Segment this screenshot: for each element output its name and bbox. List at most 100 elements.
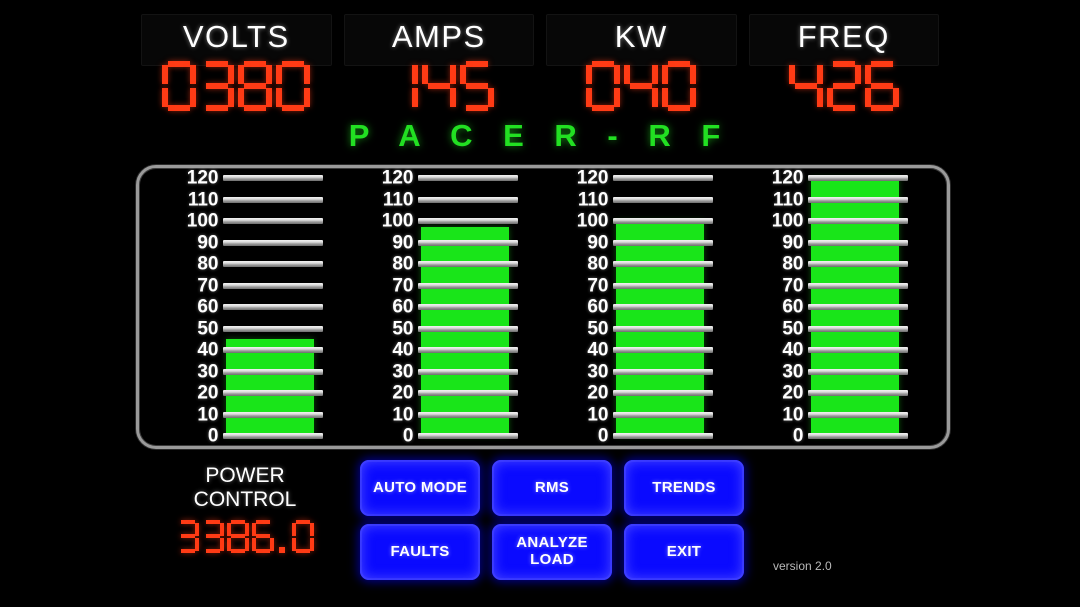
readout-label-kw: KW xyxy=(614,19,668,54)
gauge-tick-mark xyxy=(807,196,908,203)
gauge-tick-mark xyxy=(417,390,518,396)
readout-label-amps: AMPS xyxy=(391,19,486,54)
readout-label-volts: VOLTS xyxy=(182,19,290,54)
gauge-scale-label: 40 xyxy=(587,339,609,361)
faults-button[interactable]: FAULTS xyxy=(360,524,480,580)
gauge-scale-label: 30 xyxy=(587,361,609,382)
version-label: version 2.0 xyxy=(773,559,832,573)
power-control-value xyxy=(145,520,345,554)
gauge-scale-label: 90 xyxy=(587,232,609,253)
readout-volts: VOLTS xyxy=(135,8,338,116)
gauge-scale-label: 40 xyxy=(392,339,414,361)
gauge-fill-amps xyxy=(420,227,509,436)
button-grid: AUTO MODE RMS TRENDS FAULTS ANALYZE LOAD… xyxy=(360,460,744,580)
readout-row: VOLTS AMPS KW FREQ xyxy=(135,8,945,116)
gauge-scale-label: 110 xyxy=(187,189,219,210)
gauge-scale-label: 60 xyxy=(197,296,219,318)
gauge-tick-mark xyxy=(807,433,908,439)
gauge-scale-label: 120 xyxy=(186,167,219,189)
exit-button[interactable]: EXIT xyxy=(624,524,744,580)
gauge-tick-mark xyxy=(222,390,323,396)
gauge-tick-mark xyxy=(807,347,908,353)
gauge-tick-mark xyxy=(612,196,713,203)
gauge-kw: 0 10 20 30 40 50 60 70 80 90 100 110 120 xyxy=(543,169,738,446)
gauge-scale-label: 20 xyxy=(587,382,609,404)
gauge-tick-mark xyxy=(222,282,323,289)
readout-value-volts xyxy=(162,61,311,111)
gauge-scale-label: 20 xyxy=(197,382,219,404)
gauge-tick-mark xyxy=(222,325,323,332)
gauge-tick-mark xyxy=(222,411,323,418)
seven-segment-digit xyxy=(384,61,418,111)
gauge-scale-label: 60 xyxy=(587,296,609,318)
gauge-tick-mark xyxy=(417,347,518,353)
gauge-tick-mark xyxy=(612,390,713,396)
seven-segment-digit xyxy=(624,61,659,111)
seven-segment-digit xyxy=(177,520,199,554)
gauge-tick-mark xyxy=(222,347,323,353)
gauge-scale-label: 100 xyxy=(186,210,219,232)
gauge-scale-volts: 0 10 20 30 40 50 60 70 80 90 100 110 120 xyxy=(175,169,219,446)
gauge-tick-mark xyxy=(417,175,518,181)
gauge-track-amps xyxy=(417,175,522,439)
gauge-tick-mark xyxy=(807,390,908,396)
gauge-scale-label: 100 xyxy=(381,210,414,232)
seven-segment-digit xyxy=(251,520,274,554)
readout-value-kw xyxy=(586,61,697,111)
gauge-freq: 0 10 20 30 40 50 60 70 80 90 100 110 120 xyxy=(738,169,933,446)
gauge-tick-mark xyxy=(612,347,713,353)
gauge-scale-label: 30 xyxy=(392,361,414,382)
gauge-tick-mark xyxy=(417,239,518,246)
rms-button[interactable]: RMS xyxy=(492,460,612,516)
auto-mode-button[interactable]: AUTO MODE xyxy=(360,460,480,516)
seven-segment-decimal xyxy=(277,520,289,554)
gauge-scale-label: 90 xyxy=(197,232,219,253)
seven-segment-digit xyxy=(421,61,456,111)
gauge-scale-label: 120 xyxy=(381,167,414,189)
analyze-load-button[interactable]: ANALYZE LOAD xyxy=(492,524,612,580)
gauge-scale-label: 110 xyxy=(772,189,804,210)
seven-segment-digit xyxy=(202,520,224,554)
gauge-track-kw xyxy=(612,175,717,439)
control-panel-screen: VOLTS AMPS KW FREQ P A C E R - R F 0 10 20… xyxy=(0,0,1080,607)
readout-freq: FREQ xyxy=(743,8,946,116)
gauge-tick-mark xyxy=(807,261,908,267)
gauge-scale-label: 50 xyxy=(587,318,609,339)
brand-title: P A C E R - R F xyxy=(348,118,732,153)
gauge-scale-label: 10 xyxy=(197,404,219,425)
gauge-scale-label: 80 xyxy=(197,253,219,275)
bargraph-row: 0 10 20 30 40 50 60 70 80 90 100 110 120 0 10 20 30 40 50… xyxy=(153,169,933,446)
gauge-tick-mark xyxy=(807,175,908,181)
gauge-scale-label: 60 xyxy=(782,296,804,318)
gauge-track-volts xyxy=(222,175,327,439)
gauge-scale-label: 20 xyxy=(782,382,804,404)
power-control: POWER CONTROL xyxy=(145,464,345,554)
trends-button[interactable]: TRENDS xyxy=(624,460,744,516)
gauge-scale-label: 30 xyxy=(197,361,219,382)
gauge-tick-mark xyxy=(612,304,713,310)
readout-label-freq: FREQ xyxy=(797,19,890,54)
gauge-tick-mark xyxy=(222,304,323,310)
gauge-tick-mark xyxy=(807,325,908,332)
gauge-scale-label: 60 xyxy=(392,296,414,318)
gauge-scale-label: 0 xyxy=(402,425,414,447)
gauge-scale-label: 20 xyxy=(392,382,414,404)
readout-value-freq xyxy=(788,61,899,111)
gauge-scale-label: 10 xyxy=(782,404,804,425)
gauge-tick-mark xyxy=(417,196,518,203)
gauge-scale-label: 40 xyxy=(197,339,219,361)
gauge-tick-mark xyxy=(807,239,908,246)
gauge-scale-label: 110 xyxy=(577,189,609,210)
readout-amps: AMPS xyxy=(338,8,541,116)
gauge-scale-label: 30 xyxy=(782,361,804,382)
gauge-scale-label: 120 xyxy=(576,167,609,189)
gauge-scale-label: 10 xyxy=(587,404,609,425)
gauge-scale-kw: 0 10 20 30 40 50 60 70 80 90 100 110 120 xyxy=(565,169,609,446)
gauge-tick-mark xyxy=(222,196,323,203)
gauge-scale-label: 80 xyxy=(782,253,804,275)
readout-value-amps xyxy=(384,61,494,111)
gauge-tick-mark xyxy=(417,411,518,418)
gauge-tick-mark xyxy=(612,325,713,332)
gauge-tick-mark xyxy=(612,282,713,289)
gauge-scale-label: 100 xyxy=(771,210,804,232)
